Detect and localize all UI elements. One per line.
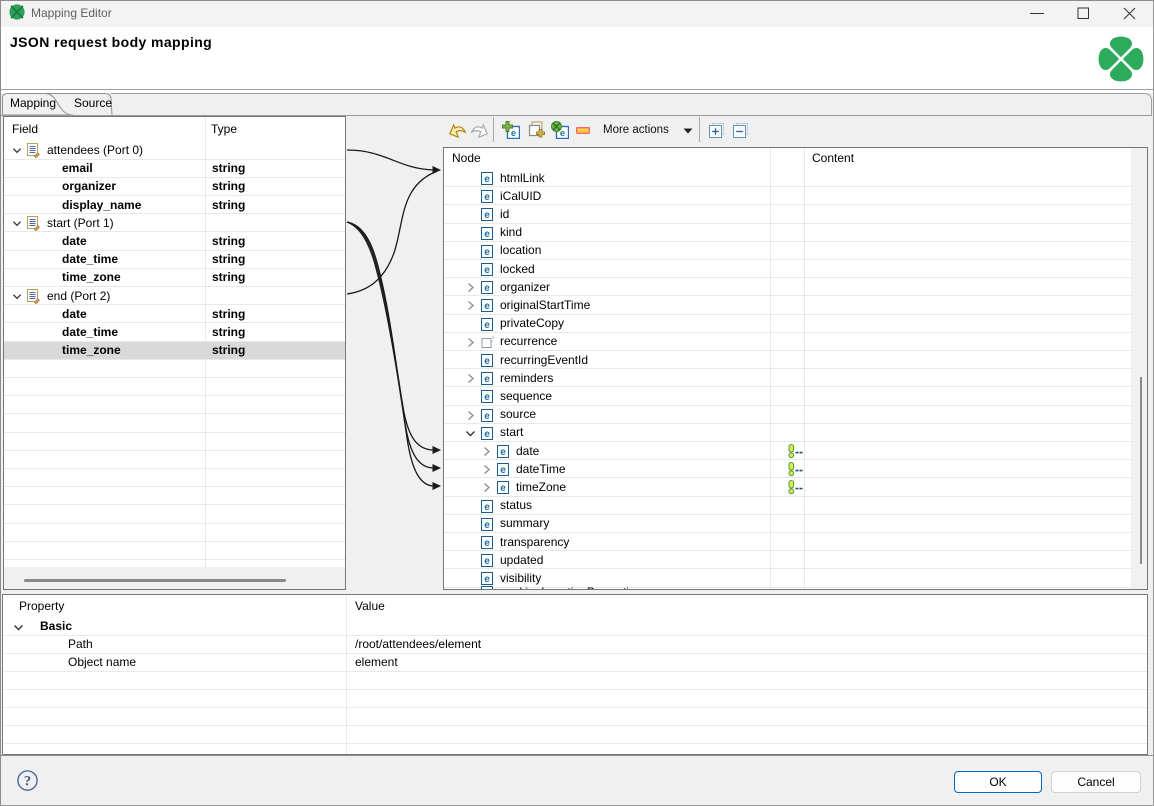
svg-text:e: e: [500, 447, 506, 458]
svg-text:e: e: [484, 320, 490, 331]
svg-text:e: e: [484, 210, 490, 221]
svg-text:e: e: [484, 502, 490, 513]
svg-text:e: e: [500, 483, 506, 494]
svg-text:e: e: [511, 128, 516, 139]
svg-text:e: e: [484, 356, 490, 367]
svg-text:e: e: [484, 265, 490, 276]
svg-text:e: e: [484, 301, 490, 312]
svg-text:e: e: [484, 229, 490, 240]
svg-text:e: e: [484, 174, 490, 185]
svg-text:e: e: [484, 283, 490, 294]
svg-text:e: e: [484, 392, 490, 403]
svg-text:?: ?: [24, 774, 31, 790]
svg-text:e: e: [500, 465, 506, 476]
svg-text:e: e: [484, 588, 490, 590]
svg-text:e: e: [484, 374, 490, 385]
svg-text:e: e: [484, 192, 490, 203]
svg-text:e: e: [484, 429, 490, 440]
svg-text:e: e: [484, 411, 490, 422]
svg-text:e: e: [484, 556, 490, 567]
svg-text:e: e: [484, 520, 490, 531]
svg-text:e: e: [484, 538, 490, 549]
svg-text:e: e: [484, 247, 490, 258]
